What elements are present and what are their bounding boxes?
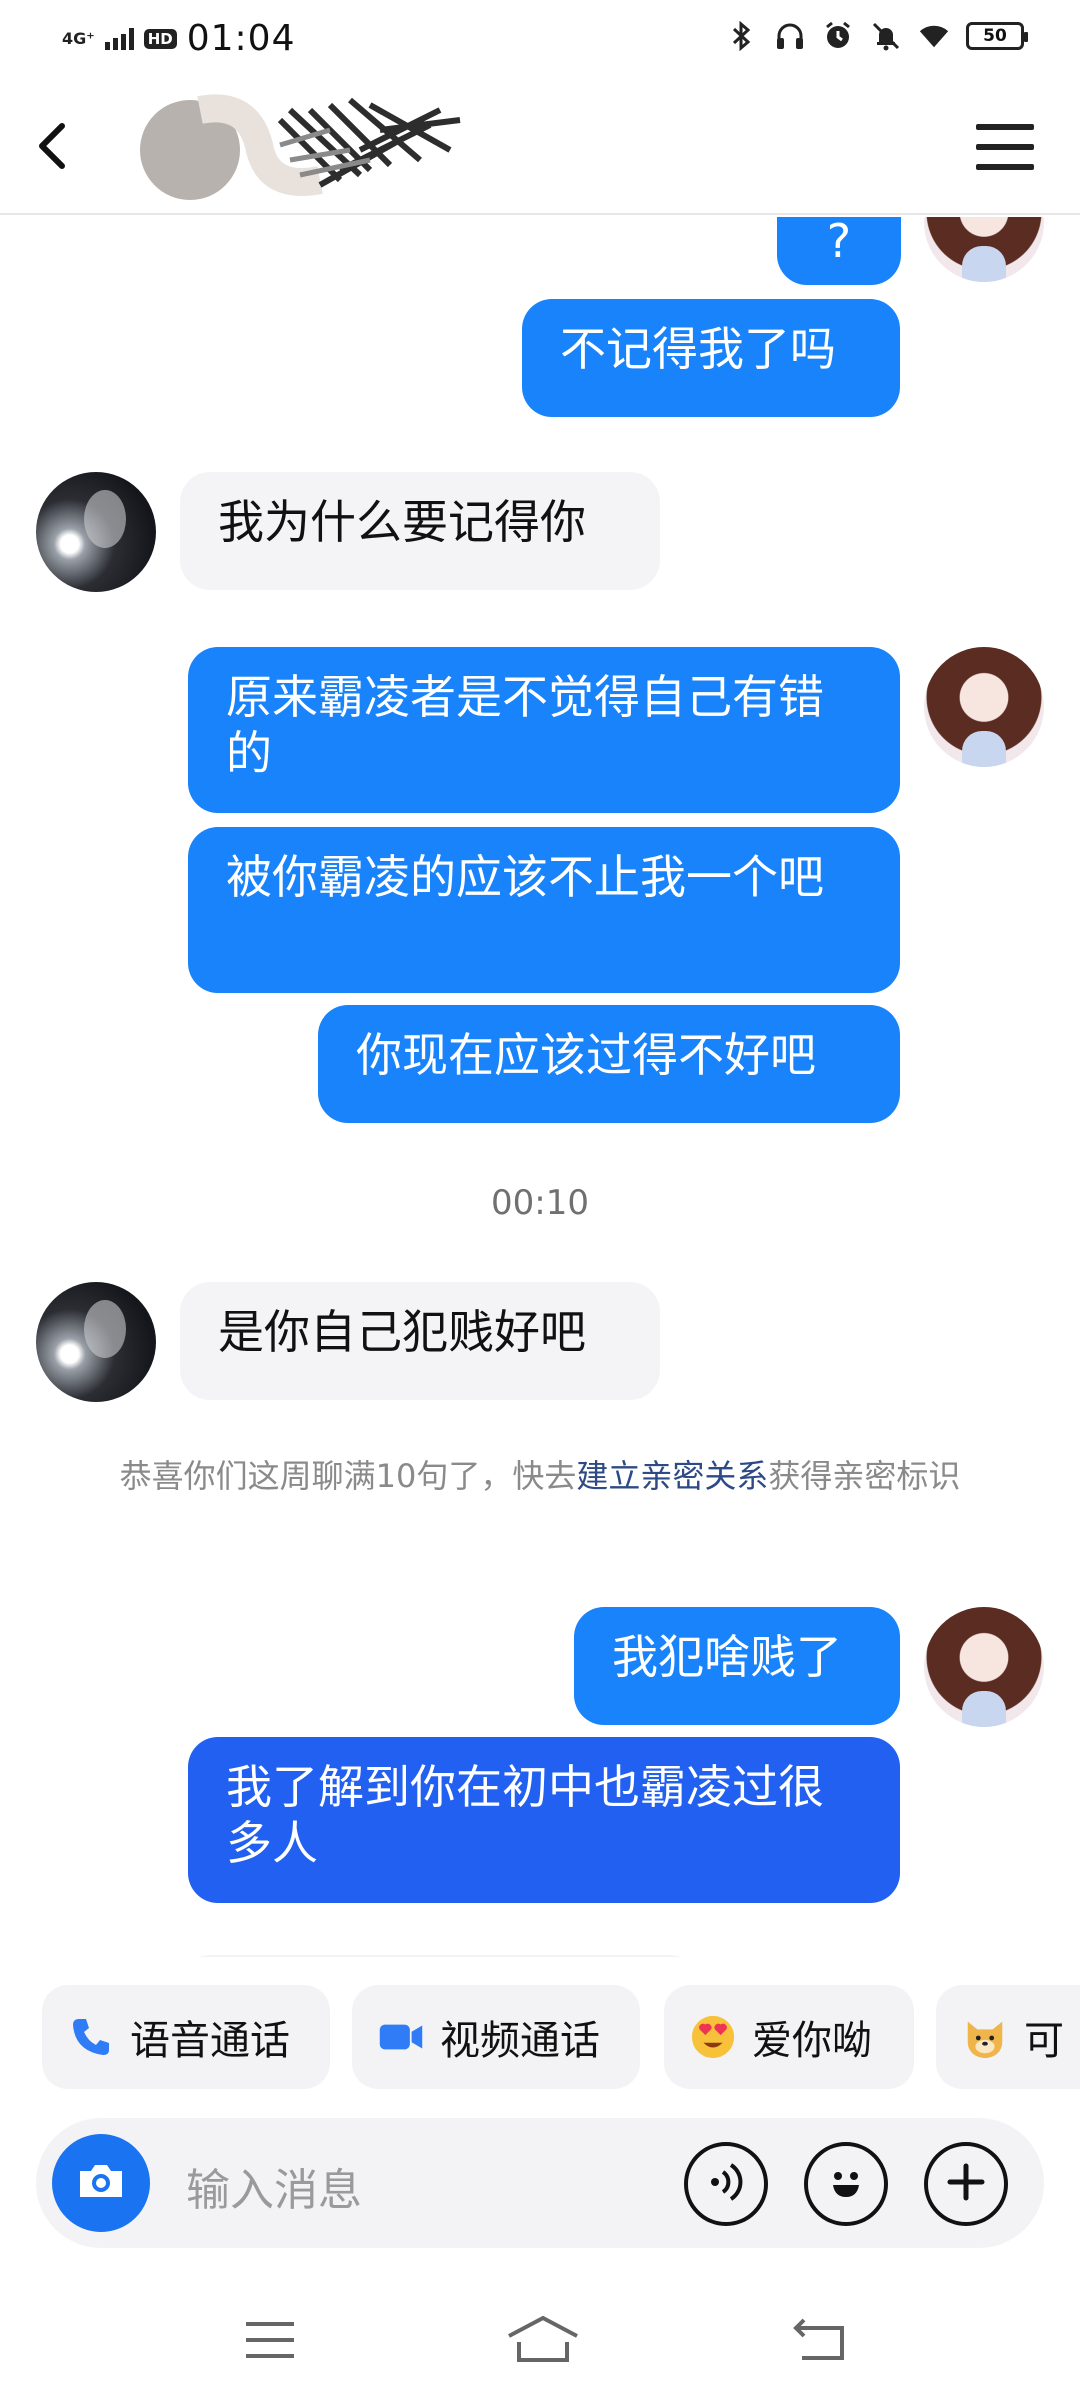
back-nav-icon[interactable] <box>790 2312 854 2368</box>
build-intimacy-link[interactable]: 建立亲密关系 <box>576 1457 768 1495</box>
heart-eyes-emoji-icon <box>690 2014 736 2060</box>
message-bubble-sent[interactable]: 你现在应该过得不好吧 <box>318 1005 900 1123</box>
message-bubble-sent[interactable]: 不记得我了吗 <box>522 299 900 417</box>
my-avatar[interactable] <box>924 647 1044 767</box>
my-avatar[interactable] <box>924 1607 1044 1727</box>
hd-badge: HD <box>143 28 177 49</box>
my-avatar[interactable] <box>924 217 1044 282</box>
emoji-button[interactable] <box>804 2142 888 2226</box>
chip-label: 爱你呦 <box>752 2018 872 2064</box>
doge-emoji-icon <box>962 2014 1008 2060</box>
phone-icon <box>68 2014 114 2060</box>
message-text: ? <box>826 217 852 268</box>
camera-button[interactable] <box>52 2134 150 2232</box>
chip-label: 视频通话 <box>440 2018 600 2064</box>
system-notice-text: 获得亲密标识 <box>768 1457 961 1495</box>
status-bar: 4G⁺ HD 01:04 50 <box>0 0 1080 80</box>
mute-bell-icon <box>870 20 902 52</box>
network-type: 4G⁺ <box>62 28 95 48</box>
system-notice-text: 恭喜你们这周聊满10句了，快去 <box>119 1457 577 1495</box>
chip-label: 可 <box>1024 2018 1064 2064</box>
message-bubble-received[interactable]: 我为什么要记得你 <box>180 472 660 590</box>
message-bubble-received[interactable] <box>180 1955 700 1957</box>
signal-icon <box>104 27 134 50</box>
bluetooth-icon <box>726 20 758 52</box>
contact-avatar[interactable] <box>36 472 156 592</box>
message-timestamp: 00:10 <box>491 1183 589 1223</box>
back-arrow-icon[interactable] <box>28 118 84 174</box>
message-text: 我了解到你在初中也霸凌过很多人 <box>226 1760 824 1870</box>
message-text: 不记得我了吗 <box>560 322 836 376</box>
status-right: 50 <box>726 20 1028 52</box>
system-notice: 恭喜你们这周聊满10句了，快去建立亲密关系获得亲密标识 <box>90 1452 990 1500</box>
plus-icon <box>944 2160 988 2208</box>
message-bubble-received[interactable]: 是你自己犯贱好吧 <box>180 1282 660 1400</box>
voice-message-button[interactable] <box>684 2142 768 2226</box>
voice-call-button[interactable]: 语音通话 <box>42 1985 330 2089</box>
alarm-icon <box>822 20 854 52</box>
message-text: 是你自己犯贱好吧 <box>218 1305 586 1359</box>
video-camera-icon <box>378 2014 424 2060</box>
video-call-button[interactable]: 视频通话 <box>352 1985 640 2089</box>
message-input-bar: 输入消息 <box>36 2118 1044 2248</box>
message-bubble-sent[interactable]: ? <box>777 217 901 285</box>
message-text: 我犯啥贱了 <box>612 1630 842 1684</box>
voice-wave-icon <box>703 2159 749 2209</box>
message-bubble-sent[interactable]: 被你霸凌的应该不止我一个吧 <box>188 827 900 993</box>
message-text: 被你霸凌的应该不止我一个吧 <box>226 850 824 904</box>
status-left: 4G⁺ HD 01:04 <box>62 18 295 59</box>
camera-icon <box>76 2161 126 2205</box>
home-icon[interactable] <box>505 2312 581 2368</box>
contact-avatar[interactable] <box>36 1282 156 1402</box>
message-text: 我为什么要记得你 <box>218 495 586 549</box>
battery-indicator: 50 <box>966 22 1028 50</box>
message-input[interactable]: 输入消息 <box>186 2154 362 2218</box>
redacted-contact-name <box>130 90 470 200</box>
more-menu-icon[interactable] <box>976 124 1034 170</box>
message-bubble-sent[interactable]: 原来霸凌者是不觉得自己有错的 <box>188 647 900 813</box>
message-text: 你现在应该过得不好吧 <box>356 1028 816 1082</box>
wifi-icon <box>918 20 950 52</box>
smiley-icon <box>821 2157 871 2211</box>
system-nav-bar <box>0 2290 1080 2400</box>
cute-emoji-button[interactable]: 可 <box>936 1985 1080 2089</box>
clock: 01:04 <box>186 18 296 59</box>
message-bubble-sent[interactable]: 我了解到你在初中也霸凌过很多人 <box>188 1737 900 1903</box>
message-bubble-sent[interactable]: 我犯啥贱了 <box>574 1607 900 1725</box>
message-list[interactable]: ? 不记得我了吗 我为什么要记得你 原来霸凌者是不觉得自己有错的 被你霸凌的应该… <box>0 217 1080 1957</box>
love-you-button[interactable]: 爱你呦 <box>664 1985 914 2089</box>
more-options-button[interactable] <box>924 2142 1008 2226</box>
chip-label: 语音通话 <box>130 2018 290 2064</box>
headphones-icon <box>774 20 806 52</box>
recent-apps-icon[interactable] <box>240 2312 300 2368</box>
message-text: 原来霸凌者是不觉得自己有错的 <box>226 670 824 780</box>
chat-header <box>0 80 1080 215</box>
quick-action-bar: 语音通话 视频通话 爱你呦 可 <box>0 1985 1080 2089</box>
